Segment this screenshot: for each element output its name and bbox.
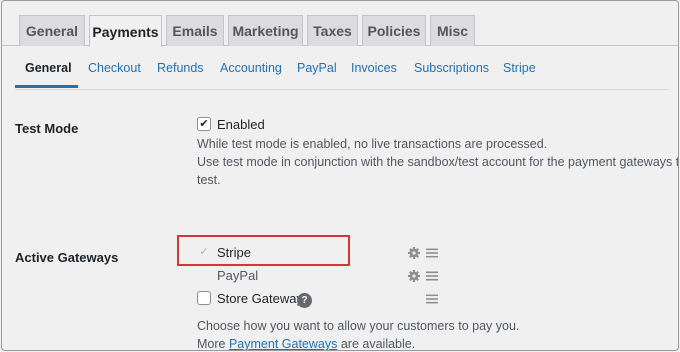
paypal-gear-icon[interactable] — [407, 269, 421, 283]
tab-misc[interactable]: Misc — [430, 15, 475, 46]
stripe-checkbox[interactable]: ✓ — [197, 245, 211, 259]
store-gateway-checkbox[interactable] — [197, 291, 211, 305]
subtab-refunds[interactable]: Refunds — [157, 61, 204, 75]
test-mode-label: Test Mode — [15, 121, 79, 136]
gateways-more-line: More Payment Gateways are available. — [197, 335, 416, 351]
active-subtab-indicator — [15, 85, 78, 88]
more-prefix: More — [197, 337, 226, 351]
more-suffix: are available. — [340, 337, 416, 351]
tab-emails[interactable]: Emails — [166, 15, 224, 46]
gateways-description: Choose how you want to allow your custom… — [197, 319, 520, 333]
divider — [15, 89, 669, 90]
subtab-invoices[interactable]: Invoices — [351, 61, 397, 75]
test-mode-checkbox-label: Enabled — [217, 117, 265, 132]
store-gateway-label: Store Gateway — [217, 291, 303, 306]
stripe-gateway-label: Stripe — [217, 245, 251, 260]
tab-payments[interactable]: Payments — [89, 15, 162, 47]
subtab-paypal[interactable]: PayPal — [297, 61, 337, 75]
tab-marketing[interactable]: Marketing — [228, 15, 303, 46]
subtab-checkout[interactable]: Checkout — [88, 61, 141, 75]
test-mode-description-2: Use test mode in conjunction with the sa… — [197, 155, 679, 169]
checkmark-icon: ✔ — [199, 117, 209, 130]
test-mode-description-1: While test mode is enabled, no live tran… — [197, 137, 548, 151]
payment-gateways-link[interactable]: Payment Gateways — [229, 337, 337, 350]
stripe-gear-icon[interactable] — [407, 246, 421, 260]
test-mode-description-3: test. — [197, 173, 221, 187]
help-glyph: ? — [301, 295, 308, 306]
tab-taxes[interactable]: Taxes — [307, 15, 358, 46]
active-gateways-label: Active Gateways — [15, 250, 119, 265]
test-mode-checkbox[interactable]: ✔ — [197, 117, 211, 131]
subtab-accounting[interactable]: Accounting — [220, 61, 282, 75]
checkmark-icon: ✓ — [199, 245, 209, 258]
settings-panel: General Payments Emails Marketing Taxes … — [1, 0, 679, 351]
subtab-stripe[interactable]: Stripe — [503, 61, 536, 75]
tab-general[interactable]: General — [19, 15, 85, 46]
stripe-drag-handle-icon[interactable] — [425, 246, 439, 260]
help-icon[interactable]: ? — [297, 293, 312, 308]
subtab-general[interactable]: General — [25, 61, 72, 75]
paypal-checkbox[interactable] — [197, 268, 211, 282]
subtab-subscriptions[interactable]: Subscriptions — [414, 61, 489, 75]
paypal-gateway-label: PayPal — [217, 268, 259, 283]
tab-policies[interactable]: Policies — [362, 15, 426, 46]
store-gateway-drag-handle-icon[interactable] — [425, 292, 439, 306]
main-tabs: General Payments Emails Marketing Taxes … — [2, 1, 678, 47]
paypal-drag-handle-icon[interactable] — [425, 269, 439, 283]
